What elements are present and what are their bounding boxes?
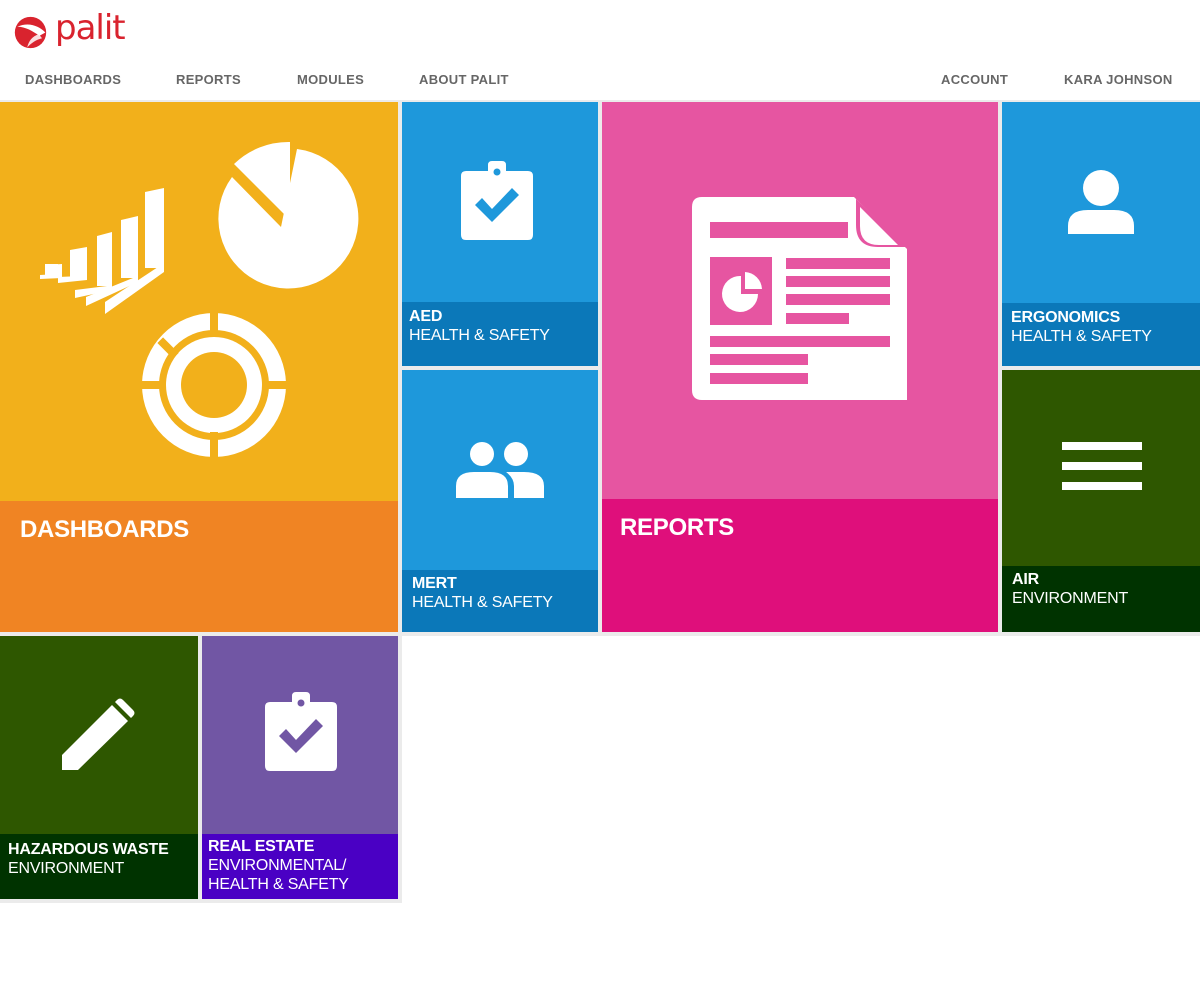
nav-dashboards[interactable]: DASHBOARDS (25, 72, 121, 87)
tile-hazardous-waste[interactable]: HAZARDOUS WASTE ENVIRONMENT (0, 636, 198, 899)
users-icon (456, 442, 544, 498)
nav-account[interactable]: ACCOUNT (941, 72, 1008, 87)
nav-reports[interactable]: REPORTS (176, 72, 241, 87)
tile-aed-subtitle: HEALTH & SAFETY (409, 327, 550, 344)
nav-modules[interactable]: MODULES (297, 72, 364, 87)
tile-dashboards[interactable]: DASHBOARDS (0, 102, 398, 632)
tile-real-estate[interactable]: REAL ESTATE ENVIRONMENTAL/ HEALTH & SAFE… (202, 636, 398, 899)
tile-dashboards-label: DASHBOARDS (0, 501, 398, 632)
tile-real-estate-subtitle-1: ENVIRONMENTAL/ (208, 857, 347, 874)
tile-air-label: AIR ENVIRONMENT (1002, 566, 1200, 632)
tile-dashboards-title: DASHBOARDS (20, 516, 190, 543)
nav-about-palit[interactable]: ABOUT PALIT (419, 72, 509, 87)
clipboard-check-icon (265, 692, 337, 771)
tile-real-estate-title: REAL ESTATE (208, 838, 315, 855)
user-icon (1068, 170, 1134, 234)
palit-logo[interactable]: palit (14, 11, 126, 49)
palit-logo-icon (14, 16, 47, 48)
tile-ergonomics-subtitle: HEALTH & SAFETY (1011, 328, 1152, 345)
tile-mert-subtitle: HEALTH & SAFETY (412, 594, 553, 611)
tile-ergonomics-label: ERGONOMICS HEALTH & SAFETY (1002, 303, 1200, 366)
tile-aed[interactable]: AED HEALTH & SAFETY (402, 102, 598, 366)
tile-real-estate-subtitle-2: HEALTH & SAFETY (208, 876, 349, 893)
tile-mert-label: MERT HEALTH & SAFETY (402, 570, 598, 632)
tile-reports[interactable]: REPORTS (602, 102, 998, 632)
tile-ergonomics[interactable]: ERGONOMICS HEALTH & SAFETY (1002, 102, 1200, 366)
clipboard-check-icon (461, 161, 533, 240)
pencil-icon (62, 698, 135, 770)
tile-aed-title: AED (409, 308, 443, 325)
charts-icon (40, 141, 359, 460)
tile-reports-title: REPORTS (620, 514, 734, 541)
tile-air-title: AIR (1012, 571, 1039, 588)
tile-hazardous-waste-subtitle: ENVIRONMENT (8, 860, 125, 877)
tile-air[interactable]: AIR ENVIRONMENT (1002, 370, 1200, 632)
report-document-icon (692, 197, 907, 400)
tile-real-estate-label: REAL ESTATE ENVIRONMENTAL/ HEALTH & SAFE… (202, 834, 398, 899)
tile-mert[interactable]: MERT HEALTH & SAFETY (402, 370, 598, 632)
tile-mert-title: MERT (412, 575, 457, 592)
palit-logo-text: palit (55, 8, 126, 48)
tile-aed-label: AED HEALTH & SAFETY (402, 302, 598, 366)
tile-air-subtitle: ENVIRONMENT (1012, 590, 1129, 607)
tile-reports-label: REPORTS (602, 499, 998, 632)
menu-lines-icon (1062, 442, 1142, 490)
nav-user-kara-johnson[interactable]: KARA JOHNSON (1064, 72, 1173, 87)
tile-ergonomics-title: ERGONOMICS (1011, 309, 1121, 326)
tile-hazardous-waste-label: HAZARDOUS WASTE ENVIRONMENT (0, 834, 198, 899)
tile-hazardous-waste-title: HAZARDOUS WASTE (8, 841, 169, 858)
